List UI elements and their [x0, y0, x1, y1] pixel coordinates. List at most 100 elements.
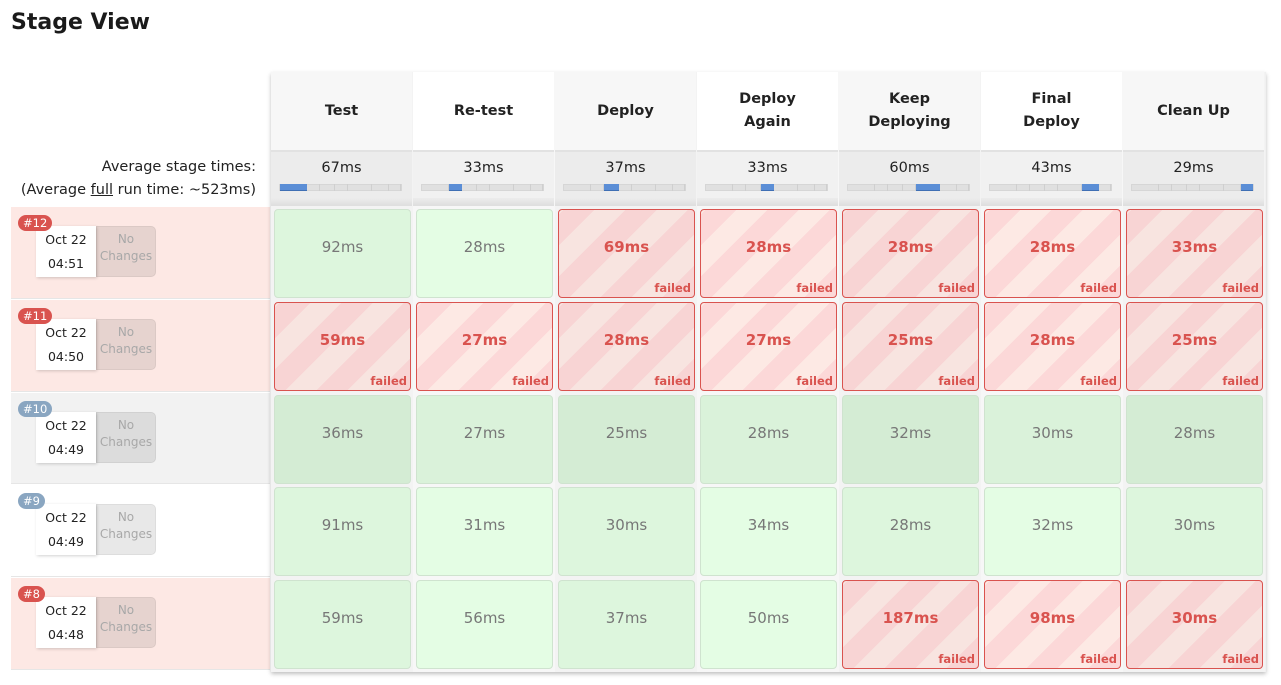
stage-column: Deploy 37ms 69ms failed 28ms failed 25ms 30ms 37… — [555, 72, 697, 672]
build-date: Oct 22 — [45, 603, 87, 619]
build-date-box[interactable]: Oct 22 04:49 — [36, 504, 96, 556]
build-date-box[interactable]: Oct 22 04:50 — [36, 318, 96, 370]
stage-average: 43ms — [981, 150, 1122, 206]
stage-duration: 30ms — [1031, 423, 1074, 442]
stage-duration: 28ms — [1029, 238, 1076, 256]
stage-cell[interactable]: 92ms — [274, 209, 411, 298]
build-number-badge[interactable]: #9 — [18, 493, 45, 510]
stage-header[interactable]: Final Deploy — [981, 72, 1122, 150]
stage-cell[interactable]: 30ms — [984, 394, 1121, 484]
stage-cell[interactable]: 25ms failed — [1126, 301, 1263, 391]
stage-time-bar — [563, 184, 686, 191]
stage-cell[interactable]: 28ms — [416, 209, 553, 298]
stage-header[interactable]: Re-test — [413, 72, 554, 150]
build-number-badge[interactable]: #8 — [18, 586, 45, 603]
stage-cell[interactable]: 28ms failed — [700, 209, 837, 298]
changes-box[interactable]: No Changes — [96, 226, 156, 277]
stage-cell[interactable]: 30ms — [558, 487, 695, 577]
run-row: #9 Oct 22 04:49 No Changes — [11, 485, 270, 578]
stage-duration: 25ms — [887, 330, 934, 349]
stage-average: 37ms — [555, 150, 696, 206]
changes-box[interactable]: No Changes — [96, 597, 156, 649]
stage-status-label: failed — [1222, 373, 1259, 388]
stage-duration: 27ms — [745, 330, 792, 349]
stage-cell[interactable]: 28ms failed — [984, 209, 1121, 298]
stage-cell[interactable]: 34ms — [700, 487, 837, 577]
full-run-link[interactable]: full — [91, 182, 113, 198]
stage-header[interactable]: Keep Deploying — [839, 72, 980, 150]
stage-cell[interactable]: 98ms failed — [984, 580, 1121, 670]
stage-average: 67ms — [271, 150, 412, 206]
stage-status-label: failed — [370, 373, 407, 388]
average-stage-times-label: Average stage times: — [101, 159, 256, 175]
stage-cell[interactable]: 25ms — [558, 394, 695, 484]
build-number-badge[interactable]: #11 — [18, 307, 53, 324]
bar-segment — [848, 184, 969, 191]
build-date-box[interactable]: Oct 22 04:48 — [36, 597, 96, 649]
stage-average-time: 43ms — [1031, 160, 1072, 176]
stage-cell[interactable]: 28ms — [1126, 394, 1263, 484]
stage-header[interactable]: Test — [271, 72, 412, 150]
stage-status-label: failed — [796, 281, 833, 295]
stage-cell[interactable]: 27ms — [416, 394, 553, 484]
stage-cell[interactable]: 69ms failed — [558, 209, 695, 298]
stage-share-fill — [604, 184, 619, 191]
stage-time-bar — [421, 184, 544, 191]
stage-cell[interactable]: 59ms — [274, 580, 411, 670]
stage-status-label: failed — [938, 281, 975, 295]
build-date-box[interactable]: Oct 22 04:51 — [36, 226, 96, 277]
stage-cell[interactable]: 33ms failed — [1126, 209, 1263, 298]
stage-cell[interactable]: 28ms failed — [558, 301, 695, 391]
stage-average: 33ms — [413, 150, 554, 206]
stage-share-fill — [1082, 184, 1100, 191]
stage-header[interactable]: Deploy Again — [697, 72, 838, 150]
stage-column: Clean Up 29ms 33ms failed 25ms failed 28ms 30ms… — [1123, 72, 1265, 672]
average-full-run-time-label: (Average full run time: ~523ms) — [11, 182, 256, 198]
stage-duration: 69ms — [603, 238, 650, 256]
stage-status-label: failed — [654, 373, 691, 388]
stage-duration: 187ms — [882, 609, 939, 628]
stage-duration: 25ms — [605, 423, 648, 442]
stage-cell[interactable]: 59ms failed — [274, 301, 411, 391]
stage-cell[interactable]: 50ms — [700, 580, 837, 670]
stage-cell[interactable]: 37ms — [558, 580, 695, 670]
stage-cell[interactable]: 28ms failed — [984, 301, 1121, 391]
stage-duration: 30ms — [1171, 609, 1218, 628]
stage-status-label: failed — [938, 652, 975, 667]
build-number-badge[interactable]: #12 — [18, 215, 53, 231]
stage-status-label: failed — [1080, 652, 1117, 667]
stage-cell[interactable]: 28ms failed — [842, 209, 979, 298]
stage-cell[interactable]: 28ms — [700, 394, 837, 484]
changes-box[interactable]: No Changes — [96, 504, 156, 556]
stage-cell[interactable]: 32ms — [842, 394, 979, 484]
bar-segment — [1132, 184, 1253, 191]
stage-cell[interactable]: 56ms — [416, 580, 553, 670]
stage-cell[interactable]: 30ms — [1126, 487, 1263, 577]
stage-cell[interactable]: 36ms — [274, 394, 411, 484]
stage-cell[interactable]: 31ms — [416, 487, 553, 577]
stage-share-fill — [760, 184, 775, 191]
stage-header[interactable]: Clean Up — [1123, 72, 1264, 150]
stage-average-time: 37ms — [605, 160, 646, 176]
avg-suffix: run time: ~523ms) — [113, 182, 256, 198]
stage-duration: 91ms — [321, 516, 364, 535]
stage-cell[interactable]: 27ms failed — [700, 301, 837, 391]
stage-cell[interactable]: 91ms — [274, 487, 411, 577]
build-number-badge[interactable]: #10 — [18, 400, 53, 417]
stage-cell[interactable]: 32ms — [984, 487, 1121, 577]
build-date-box[interactable]: Oct 22 04:49 — [36, 411, 96, 463]
stage-share-fill — [916, 184, 941, 191]
stage-average-time: 60ms — [889, 160, 930, 176]
changes-box[interactable]: No Changes — [96, 318, 156, 370]
stage-header[interactable]: Deploy — [555, 72, 696, 150]
stage-grid: Test 67ms 92ms 59ms failed 36ms 91ms 59ms Re-tes… — [271, 72, 1266, 672]
stage-cell[interactable]: 28ms — [842, 487, 979, 577]
stage-duration: 37ms — [605, 609, 648, 628]
changes-box[interactable]: No Changes — [96, 411, 156, 463]
stage-cell[interactable]: 27ms failed — [416, 301, 553, 391]
stage-cell[interactable]: 25ms failed — [842, 301, 979, 391]
stage-duration: 33ms — [1171, 238, 1218, 256]
stage-cell[interactable]: 30ms failed — [1126, 580, 1263, 670]
stage-cell[interactable]: 187ms failed — [842, 580, 979, 670]
bar-segment — [422, 184, 543, 191]
